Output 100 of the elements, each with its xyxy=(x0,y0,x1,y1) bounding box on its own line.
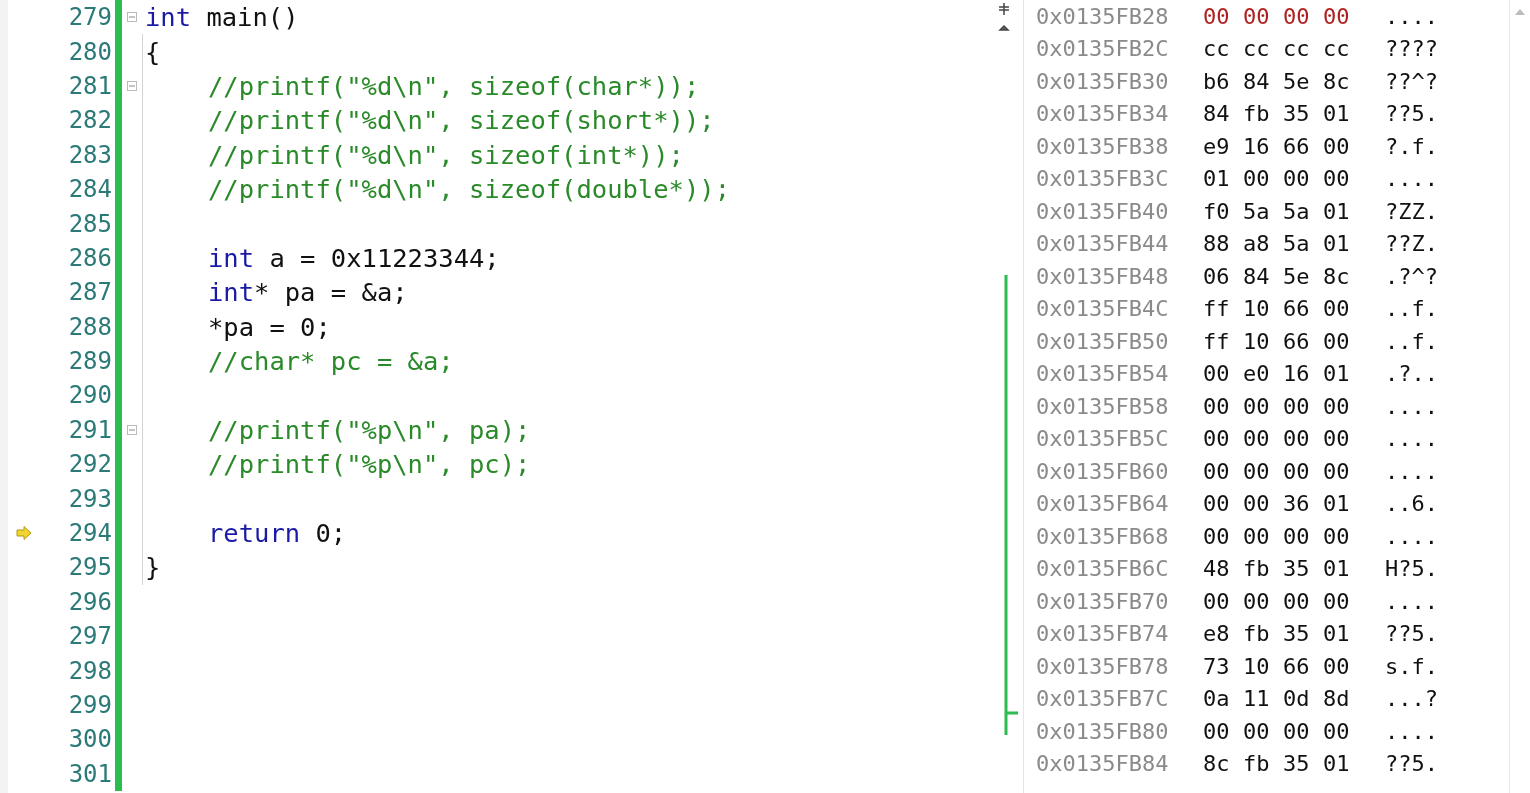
memory-address: 0x0135FB40 xyxy=(1036,198,1170,224)
line-number: 291 xyxy=(67,415,113,444)
code-line: int* pa = &a; xyxy=(207,277,408,308)
memory-byte: 00 xyxy=(1323,296,1351,322)
memory-byte: e9 xyxy=(1203,133,1231,159)
memory-byte: 00 xyxy=(1283,426,1311,452)
memory-byte: e8 xyxy=(1203,621,1231,647)
memory-byte: 10 xyxy=(1243,296,1271,322)
memory-address: 0x0135FB4C xyxy=(1036,296,1170,322)
memory-byte: 00 xyxy=(1323,166,1351,192)
memory-address: 0x0135FB38 xyxy=(1036,133,1170,159)
line-number: 292 xyxy=(67,450,113,479)
memory-byte: 35 xyxy=(1283,751,1311,777)
memory-byte: 00 xyxy=(1323,328,1351,354)
line-number: 284 xyxy=(67,175,113,204)
line-number: 288 xyxy=(67,312,113,341)
memory-byte: 36 xyxy=(1283,491,1311,517)
memory-byte: 00 xyxy=(1203,523,1231,549)
memory-ascii: ..6. xyxy=(1385,491,1438,517)
memory-address: 0x0135FB64 xyxy=(1036,491,1170,517)
memory-byte: 66 xyxy=(1283,296,1311,322)
memory-ascii: .?.. xyxy=(1385,361,1438,387)
memory-ascii: .... xyxy=(1385,523,1438,549)
memory-byte: 00 xyxy=(1243,3,1271,29)
memory-byte: 00 xyxy=(1203,491,1231,517)
memory-byte: 00 xyxy=(1203,588,1231,614)
collapse-icon[interactable] xyxy=(127,424,137,435)
line-number: 282 xyxy=(67,106,113,135)
memory-byte: cc xyxy=(1243,36,1271,62)
memory-byte: 35 xyxy=(1283,101,1311,127)
memory-byte: 84 xyxy=(1243,263,1271,289)
line-number: 285 xyxy=(67,209,113,238)
line-number: 287 xyxy=(67,278,113,307)
code-line: *pa = 0; xyxy=(207,311,331,342)
memory-byte: 00 xyxy=(1283,588,1311,614)
memory-byte: 88 xyxy=(1203,231,1231,257)
memory-byte: 35 xyxy=(1283,621,1311,647)
memory-byte: 16 xyxy=(1283,361,1311,387)
line-number: 295 xyxy=(67,553,113,582)
memory-byte: b6 xyxy=(1203,68,1231,94)
memory-ascii: ??5. xyxy=(1385,101,1438,127)
memory-address: 0x0135FB30 xyxy=(1036,68,1170,94)
line-number: 293 xyxy=(67,484,113,513)
memory-byte: 5e xyxy=(1283,263,1311,289)
memory-byte: 48 xyxy=(1203,556,1231,582)
memory-byte: 00 xyxy=(1203,393,1231,419)
memory-address: 0x0135FB2C xyxy=(1036,36,1170,62)
memory-byte: ff xyxy=(1203,328,1231,354)
memory-byte: 01 xyxy=(1323,231,1351,257)
memory-byte: 00 xyxy=(1203,458,1231,484)
memory-byte: 01 xyxy=(1323,621,1351,647)
memory-byte: cc xyxy=(1283,36,1311,62)
memory-byte: fb xyxy=(1243,751,1271,777)
line-number: 286 xyxy=(67,243,113,272)
memory-byte: 00 xyxy=(1323,653,1351,679)
memory-address: 0x0135FB74 xyxy=(1036,621,1170,647)
code-line: //printf("%d\n", sizeof(char*)); xyxy=(207,70,700,101)
code-line: //printf("%d\n", sizeof(double*)); xyxy=(207,174,730,205)
memory-byte: 00 xyxy=(1323,523,1351,549)
memory-byte: 5e xyxy=(1283,68,1311,94)
memory-byte: 73 xyxy=(1203,653,1231,679)
memory-address: 0x0135FB34 xyxy=(1036,101,1170,127)
memory-byte: f0 xyxy=(1203,198,1231,224)
code-line: { xyxy=(144,36,161,67)
memory-byte: 0d xyxy=(1283,686,1311,712)
line-number: 289 xyxy=(67,347,113,376)
memory-ascii: ??5. xyxy=(1385,621,1438,647)
memory-ascii: ..f. xyxy=(1385,328,1438,354)
memory-byte: 11 xyxy=(1243,686,1271,712)
memory-byte: 66 xyxy=(1283,328,1311,354)
memory-ascii: .... xyxy=(1385,3,1438,29)
memory-address: 0x0135FB54 xyxy=(1036,361,1170,387)
memory-byte: 00 xyxy=(1323,458,1351,484)
memory-ascii: .... xyxy=(1385,588,1438,614)
memory-byte: 00 xyxy=(1323,426,1351,452)
line-number: 300 xyxy=(67,725,113,754)
collapse-icon[interactable] xyxy=(127,12,137,23)
collapse-icon[interactable] xyxy=(127,80,137,91)
memory-address: 0x0135FB44 xyxy=(1036,231,1170,257)
memory-byte: 00 xyxy=(1283,718,1311,744)
memory-byte: 00 xyxy=(1203,3,1231,29)
memory-ascii: H?5. xyxy=(1385,556,1438,582)
memory-byte: 00 xyxy=(1283,166,1311,192)
line-number: 297 xyxy=(67,622,113,651)
memory-byte: 0a xyxy=(1203,686,1231,712)
memory-byte: 8c xyxy=(1203,751,1231,777)
memory-byte: 01 xyxy=(1323,101,1351,127)
memory-byte: 00 xyxy=(1243,393,1271,419)
memory-ascii: .... xyxy=(1385,718,1438,744)
code-line: int a = 0x11223344; xyxy=(207,242,500,273)
memory-address: 0x0135FB28 xyxy=(1036,3,1170,29)
scroll-up-icon[interactable] xyxy=(1514,8,1526,16)
code-line: //printf("%p\n", pc); xyxy=(207,449,531,480)
memory-byte: 5a xyxy=(1283,231,1311,257)
memory-address: 0x0135FB78 xyxy=(1036,653,1170,679)
memory-byte: 00 xyxy=(1203,426,1231,452)
memory-byte: ff xyxy=(1203,296,1231,322)
memory-byte: 8c xyxy=(1323,68,1351,94)
memory-byte: 00 xyxy=(1243,523,1271,549)
code-line: } xyxy=(144,552,161,583)
